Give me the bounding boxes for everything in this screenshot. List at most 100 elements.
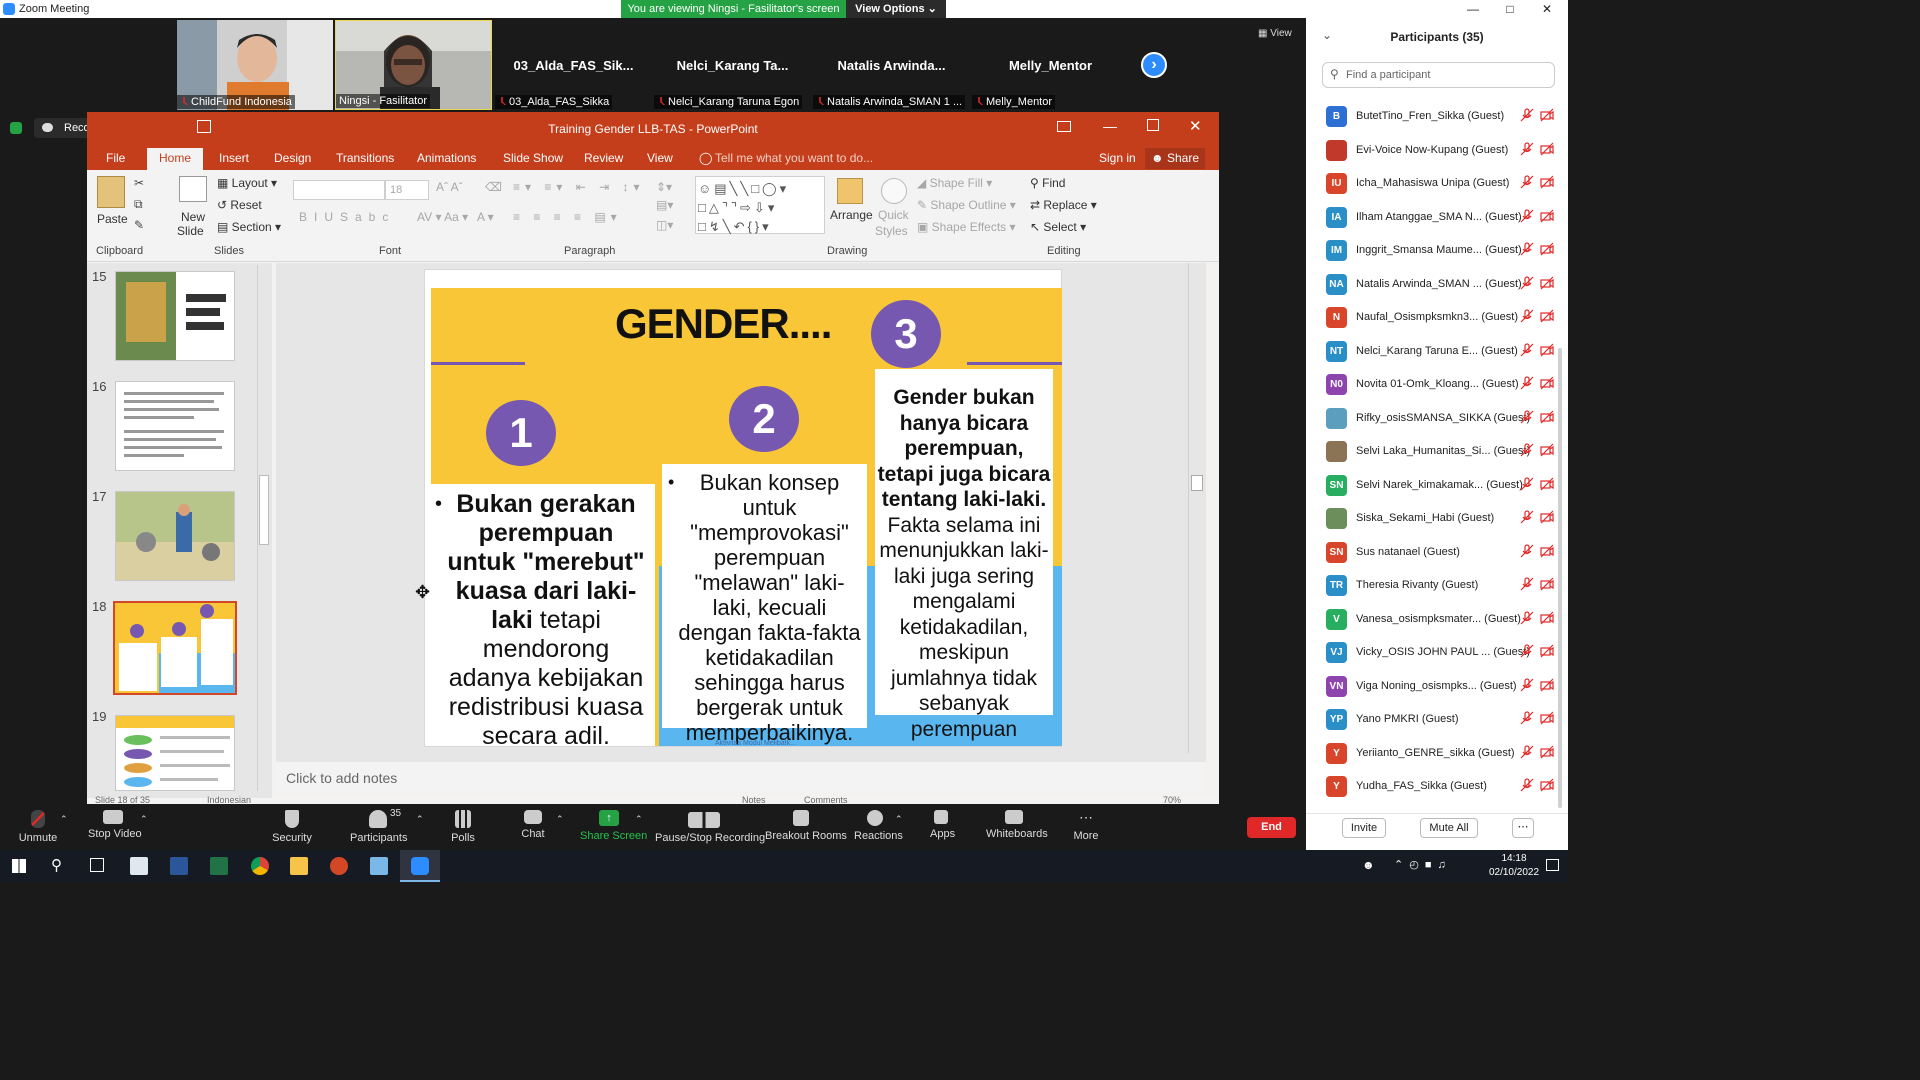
system-tray-icons[interactable]: ⌃◴■♫ bbox=[1394, 858, 1452, 871]
video-tile[interactable]: ChildFund Indonesia bbox=[177, 20, 333, 110]
tell-me-search[interactable]: Tell me what you want to do... bbox=[715, 151, 873, 165]
reset-button[interactable]: ↺ Reset bbox=[217, 198, 262, 212]
align-text-icon[interactable]: ▤▾ bbox=[656, 198, 673, 212]
slide-thumbnail[interactable] bbox=[115, 491, 235, 581]
slide-thumbnail-active[interactable] bbox=[113, 601, 237, 695]
ppt-close-icon[interactable]: ✕ bbox=[1189, 117, 1202, 135]
text-direction-icon[interactable]: ⇕▾ bbox=[656, 180, 672, 194]
audio-options-chevron-icon[interactable]: ⌃ bbox=[60, 814, 68, 825]
video-tile[interactable]: Natalis Arwinda... Natalis Arwinda_SMAN … bbox=[813, 20, 970, 110]
notes-pane[interactable]: Click to add notes bbox=[276, 762, 1206, 792]
people-icon[interactable]: ☻ bbox=[1362, 858, 1375, 872]
participant-row[interactable]: VN Viga Noning_osismpks... (Guest) bbox=[1322, 671, 1554, 704]
thumb-scrollbar[interactable] bbox=[257, 265, 269, 791]
copy-icon[interactable]: ⧉ bbox=[134, 197, 143, 212]
notifications-icon[interactable] bbox=[1546, 859, 1559, 871]
reactions-chevron-icon[interactable]: ⌃ bbox=[895, 814, 903, 825]
cut-icon[interactable]: ✂ bbox=[134, 176, 144, 190]
excel-icon[interactable] bbox=[210, 857, 228, 875]
security-button[interactable]: Security bbox=[272, 810, 312, 844]
mute-all-button[interactable]: Mute All bbox=[1420, 818, 1478, 838]
maximize-icon[interactable]: □ bbox=[1500, 2, 1520, 16]
font-size-field[interactable]: 18 bbox=[385, 180, 429, 200]
participant-row[interactable]: Y Yeriianto_GENRE_sikka (Guest) bbox=[1322, 738, 1554, 771]
minimize-icon[interactable]: — bbox=[1463, 2, 1483, 16]
font-style-buttons[interactable]: BIUSabc bbox=[299, 210, 395, 224]
share-screen-button[interactable]: ↑ Share Screen bbox=[580, 810, 647, 842]
participant-row[interactable]: N Naufal_Osismpksmkn3... (Guest) bbox=[1322, 302, 1554, 335]
whiteboards-button[interactable]: Whiteboards bbox=[986, 810, 1048, 840]
find-button[interactable]: ⚲ Find bbox=[1030, 176, 1065, 190]
invite-button[interactable]: Invite bbox=[1342, 818, 1386, 838]
windows-start-icon[interactable] bbox=[12, 859, 26, 873]
tab-view[interactable]: View bbox=[647, 151, 673, 165]
breakout-rooms-button[interactable]: Breakout Rooms bbox=[765, 810, 847, 842]
pause-stop-recording-button[interactable]: Pause/Stop Recording bbox=[655, 812, 765, 844]
stop-video-button[interactable]: Stop Video bbox=[88, 810, 142, 840]
zoom-taskbar-item[interactable] bbox=[400, 850, 440, 882]
participant-row[interactable]: V Vanesa_osismpksmater... (Guest) bbox=[1322, 604, 1554, 637]
close-icon[interactable]: ✕ bbox=[1537, 2, 1557, 16]
participants-chevron-icon[interactable]: ⌃ bbox=[416, 814, 424, 825]
shape-effects-button[interactable]: ▣ Shape Effects ▾ bbox=[917, 220, 1016, 234]
unmute-button[interactable]: Unmute bbox=[18, 810, 58, 844]
slide-thumbnail[interactable] bbox=[115, 715, 235, 791]
chrome-icon[interactable] bbox=[251, 857, 269, 875]
slide-thumbnail[interactable] bbox=[115, 381, 235, 471]
reactions-button[interactable]: Reactions bbox=[854, 810, 903, 842]
text-box-1[interactable]: • Bukan gerakan perempuan untuk "merebut… bbox=[431, 484, 655, 750]
list-buttons[interactable]: ≡▾ ≡▾ ⇤ ⇥ ↕▾ bbox=[513, 180, 645, 194]
notepad-icon[interactable] bbox=[370, 857, 388, 875]
polls-button[interactable]: Polls bbox=[450, 810, 476, 844]
replace-button[interactable]: ⇄ Replace ▾ bbox=[1030, 198, 1097, 212]
chat-chevron-icon[interactable]: ⌃ bbox=[556, 814, 564, 825]
tab-slide-show[interactable]: Slide Show bbox=[503, 151, 563, 165]
share-button[interactable]: ☻ Share bbox=[1145, 148, 1205, 169]
slide-scrollbar-thumb[interactable] bbox=[1191, 475, 1203, 491]
word-icon[interactable] bbox=[170, 857, 188, 875]
align-buttons[interactable]: ≡ ≡ ≡ ≡ ▤▾ bbox=[513, 210, 622, 224]
search-icon[interactable]: ⚲ bbox=[51, 856, 62, 874]
participant-row[interactable]: IA Ilham Atanggae_SMA N... (Guest) bbox=[1322, 202, 1554, 235]
video-tile[interactable]: Ningsi - Fasilitator bbox=[335, 20, 492, 110]
next-page-arrow-icon[interactable]: › bbox=[1141, 52, 1167, 78]
video-tile[interactable]: Nelci_Karang Ta... Nelci_Karang Taruna E… bbox=[654, 20, 811, 110]
thumb-scrollbar-thumb[interactable] bbox=[259, 475, 269, 545]
paste-icon[interactable] bbox=[97, 176, 125, 208]
text-box-3[interactable]: Gender bukan hanya bicara perempuan, tet… bbox=[875, 369, 1053, 741]
char-spacing-icon[interactable]: AV ▾ Aa ▾ bbox=[417, 210, 468, 224]
participant-search[interactable]: ⚲ Find a participant bbox=[1322, 62, 1555, 88]
end-meeting-button[interactable]: End bbox=[1247, 817, 1296, 838]
clear-format-icon[interactable]: ⌫ bbox=[485, 180, 502, 194]
tab-design[interactable]: Design bbox=[274, 151, 311, 165]
ppt-minimize-icon[interactable]: — bbox=[1103, 118, 1117, 134]
participant-row[interactable]: Siska_Sekami_Habi (Guest) bbox=[1322, 503, 1554, 536]
video-tile[interactable]: Melly_Mentor Melly_Mentor bbox=[972, 20, 1129, 110]
participant-row[interactable]: Selvi Laka_Humanitas_Si... (Guest) bbox=[1322, 436, 1554, 469]
sign-in-link[interactable]: Sign in bbox=[1099, 151, 1136, 165]
font-color-icon[interactable]: A ▾ bbox=[477, 210, 494, 224]
more-options-icon[interactable]: ⋯ bbox=[1512, 818, 1534, 838]
participant-row[interactable]: YP Yano PMKRI (Guest) bbox=[1322, 704, 1554, 737]
text-box-2[interactable]: • Bukan konsep untuk "memprovokasi" pere… bbox=[662, 464, 867, 745]
select-button[interactable]: ↖ Select ▾ bbox=[1030, 220, 1086, 234]
slide-scrollbar[interactable] bbox=[1188, 263, 1204, 753]
shapes-gallery[interactable]: ☺▤╲╲□◯▾ □△⌝⌝⇨⇩▾ □↯╲↶{}▾ bbox=[695, 176, 825, 234]
tab-review[interactable]: Review bbox=[584, 151, 623, 165]
video-tile[interactable]: 03_Alda_FAS_Sik... 03_Alda_FAS_Sikka bbox=[495, 20, 652, 110]
apps-button[interactable]: Apps bbox=[930, 810, 955, 840]
grow-font-icon[interactable]: Aˆ Aˇ bbox=[436, 180, 463, 194]
tab-file[interactable]: File bbox=[106, 151, 125, 165]
ppt-maximize-icon[interactable] bbox=[1147, 119, 1159, 131]
tab-transitions[interactable]: Transitions bbox=[336, 151, 394, 165]
view-options-button[interactable]: View Options ⌄ bbox=[846, 0, 946, 18]
participant-row[interactable]: IM Inggrit_Smansa Maume... (Guest) bbox=[1322, 235, 1554, 268]
slide-thumbnail[interactable] bbox=[115, 271, 235, 361]
new-slide-icon[interactable] bbox=[179, 176, 207, 202]
shape-outline-button[interactable]: ✎ Shape Outline ▾ bbox=[917, 198, 1016, 212]
powerpoint-icon[interactable] bbox=[330, 857, 348, 875]
participant-row[interactable]: IU Icha_Mahasiswa Unipa (Guest) bbox=[1322, 168, 1554, 201]
tab-insert[interactable]: Insert bbox=[219, 151, 249, 165]
slide-canvas[interactable]: GENDER.... 3 1 2 • Bukan gerakan perempu… bbox=[424, 269, 1062, 750]
layout-button[interactable]: ▦ Layout ▾ bbox=[217, 176, 277, 190]
